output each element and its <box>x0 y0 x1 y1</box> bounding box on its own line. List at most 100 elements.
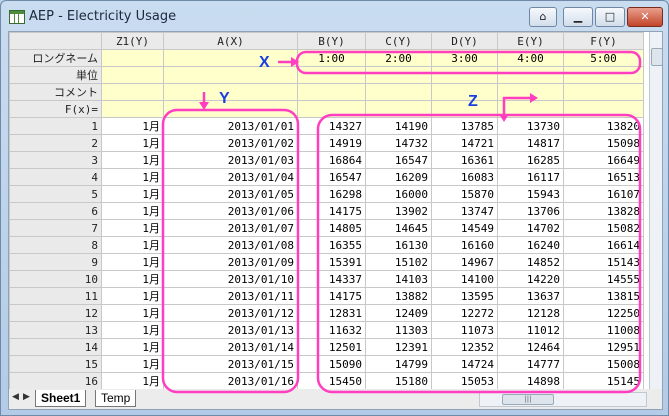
data-cell[interactable]: 13637 <box>497 287 564 305</box>
metadata-cell[interactable] <box>163 66 298 84</box>
data-cell[interactable]: 16285 <box>497 151 564 169</box>
metadata-cell[interactable]: 4:00 <box>497 49 564 67</box>
close-button[interactable]: ✕ <box>627 7 663 27</box>
metadata-cell[interactable] <box>163 49 298 67</box>
metadata-cell[interactable] <box>297 83 366 101</box>
metadata-cell[interactable]: 1:00 <box>297 49 366 67</box>
metadata-cell[interactable] <box>297 66 366 84</box>
data-cell[interactable]: 11073 <box>431 321 498 339</box>
data-cell[interactable]: 16864 <box>297 151 366 169</box>
home-button[interactable]: ⌂ <box>529 7 557 27</box>
data-cell[interactable]: 1月 <box>101 372 164 390</box>
data-cell[interactable]: 14967 <box>431 253 498 271</box>
horizontal-scrollbar[interactable]: ||| <box>479 392 647 407</box>
data-cell[interactable]: 12391 <box>365 338 432 356</box>
data-cell[interactable]: 14100 <box>431 270 498 288</box>
metadata-cell[interactable] <box>365 100 432 118</box>
data-cell[interactable]: 16361 <box>431 151 498 169</box>
data-cell[interactable]: 12501 <box>297 338 366 356</box>
metadata-cell[interactable] <box>497 66 564 84</box>
metadata-cell[interactable] <box>101 100 164 118</box>
data-cell[interactable]: 14919 <box>297 134 366 152</box>
data-cell[interactable]: 16107 <box>563 185 644 203</box>
data-cell[interactable]: 13706 <box>497 202 564 220</box>
metadata-cell[interactable] <box>101 83 164 101</box>
data-cell[interactable]: 14645 <box>365 219 432 237</box>
column-header[interactable]: F(Y) <box>563 32 644 50</box>
metadata-cell[interactable] <box>431 83 498 101</box>
data-cell[interactable]: 12352 <box>431 338 498 356</box>
tab-scroll-right-icon[interactable]: ▶ <box>23 392 30 402</box>
data-cell[interactable]: 12464 <box>497 338 564 356</box>
row-number[interactable]: 13 <box>9 321 102 339</box>
metadata-row-label[interactable]: F(x)= <box>9 100 102 118</box>
data-cell[interactable]: 16298 <box>297 185 366 203</box>
data-cell[interactable]: 16547 <box>297 168 366 186</box>
data-cell[interactable]: 16083 <box>431 168 498 186</box>
data-cell[interactable]: 1月 <box>101 270 164 288</box>
maximize-button[interactable]: □ <box>595 7 625 27</box>
data-cell[interactable]: 2013/01/10 <box>163 270 298 288</box>
data-cell[interactable]: 1月 <box>101 236 164 254</box>
data-cell[interactable]: 2013/01/12 <box>163 304 298 322</box>
data-cell[interactable]: 16513 <box>563 168 644 186</box>
data-cell[interactable]: 14702 <box>497 219 564 237</box>
data-cell[interactable]: 1月 <box>101 168 164 186</box>
data-cell[interactable]: 14220 <box>497 270 564 288</box>
metadata-cell[interactable]: 2:00 <box>365 49 432 67</box>
data-cell[interactable]: 14852 <box>497 253 564 271</box>
data-cell[interactable]: 1月 <box>101 321 164 339</box>
row-number[interactable]: 10 <box>9 270 102 288</box>
data-cell[interactable]: 15098 <box>563 134 644 152</box>
column-header[interactable]: A(X) <box>163 32 298 50</box>
row-number[interactable]: 4 <box>9 168 102 186</box>
data-cell[interactable]: 11303 <box>365 321 432 339</box>
data-cell[interactable]: 16547 <box>365 151 432 169</box>
data-cell[interactable]: 2013/01/03 <box>163 151 298 169</box>
column-header[interactable]: Z1(Y) <box>101 32 164 50</box>
row-number[interactable]: 8 <box>9 236 102 254</box>
data-cell[interactable]: 16649 <box>563 151 644 169</box>
data-cell[interactable]: 1月 <box>101 338 164 356</box>
data-cell[interactable]: 16000 <box>365 185 432 203</box>
row-number[interactable]: 2 <box>9 134 102 152</box>
data-cell[interactable]: 16209 <box>365 168 432 186</box>
data-cell[interactable]: 2013/01/16 <box>163 372 298 390</box>
data-cell[interactable]: 14190 <box>365 117 432 135</box>
title-bar[interactable]: AEP - Electricity Usage ⌂ ▁ □ ✕ <box>1 1 668 31</box>
metadata-cell[interactable] <box>365 83 432 101</box>
data-cell[interactable]: 14724 <box>431 355 498 373</box>
data-cell[interactable]: 12951 <box>563 338 644 356</box>
metadata-cell[interactable] <box>297 100 366 118</box>
minimize-button[interactable]: ▁ <box>563 7 593 27</box>
data-cell[interactable]: 14175 <box>297 287 366 305</box>
data-cell[interactable]: 1月 <box>101 304 164 322</box>
data-cell[interactable]: 2013/01/14 <box>163 338 298 356</box>
data-cell[interactable]: 1月 <box>101 219 164 237</box>
column-header[interactable]: E(Y) <box>497 32 564 50</box>
data-cell[interactable]: 14103 <box>365 270 432 288</box>
metadata-cell[interactable] <box>497 100 564 118</box>
metadata-cell[interactable] <box>101 49 164 67</box>
metadata-cell[interactable] <box>163 100 298 118</box>
data-cell[interactable]: 1月 <box>101 117 164 135</box>
data-cell[interactable]: 1月 <box>101 202 164 220</box>
metadata-cell[interactable]: 5:00 <box>563 49 644 67</box>
data-cell[interactable]: 2013/01/04 <box>163 168 298 186</box>
data-cell[interactable]: 14721 <box>431 134 498 152</box>
data-cell[interactable]: 2013/01/07 <box>163 219 298 237</box>
data-cell[interactable]: 2013/01/08 <box>163 236 298 254</box>
data-cell[interactable]: 14898 <box>497 372 564 390</box>
data-cell[interactable]: 13595 <box>431 287 498 305</box>
tab-scroll-left-icon[interactable]: ◀ <box>12 392 19 402</box>
data-cell[interactable]: 2013/01/15 <box>163 355 298 373</box>
data-cell[interactable]: 13820 <box>563 117 644 135</box>
data-cell[interactable]: 11632 <box>297 321 366 339</box>
data-cell[interactable]: 14732 <box>365 134 432 152</box>
data-cell[interactable]: 11008 <box>563 321 644 339</box>
metadata-cell[interactable]: 3:00 <box>431 49 498 67</box>
column-header[interactable]: D(Y) <box>431 32 498 50</box>
data-cell[interactable]: 2013/01/02 <box>163 134 298 152</box>
row-number[interactable]: 7 <box>9 219 102 237</box>
data-cell[interactable]: 14805 <box>297 219 366 237</box>
